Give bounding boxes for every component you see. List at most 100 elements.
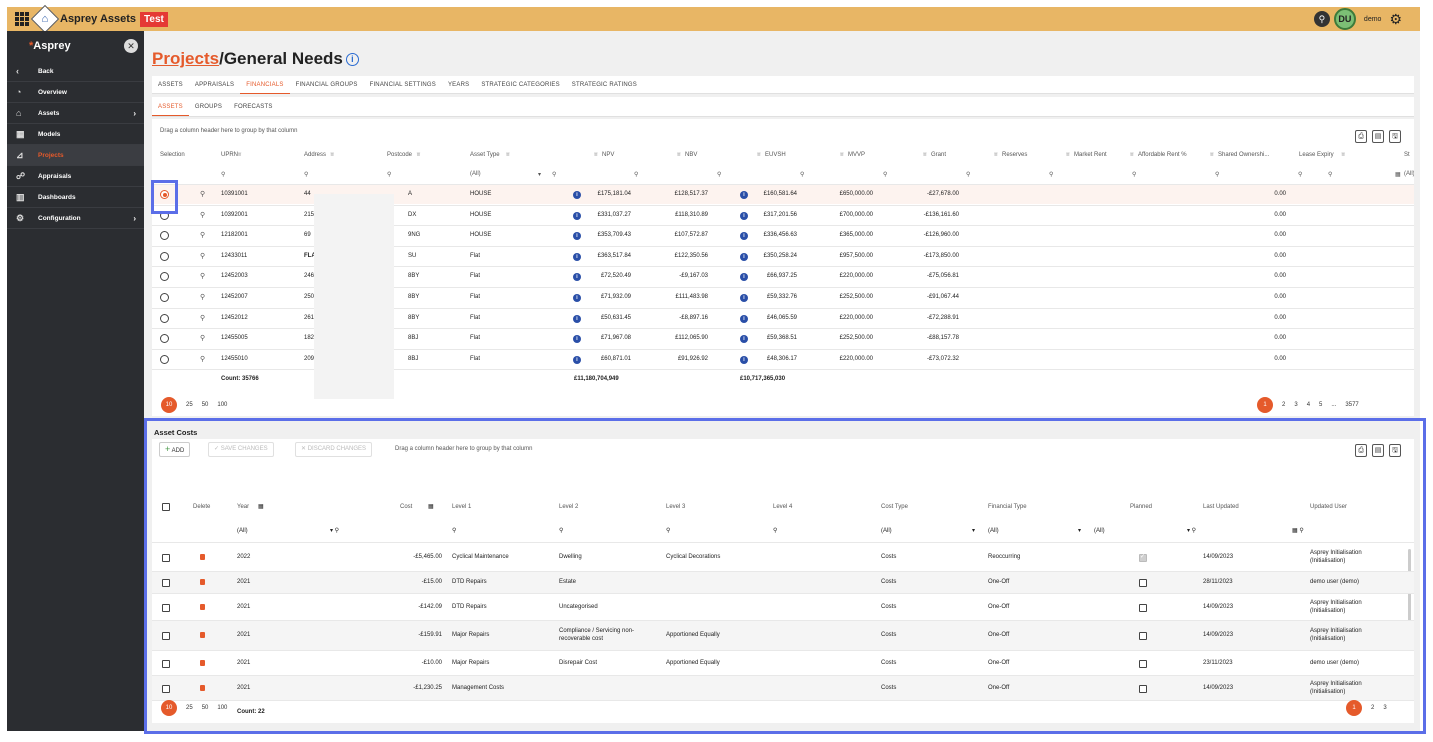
filter-icon[interactable]: ⩸: [330, 152, 334, 159]
page-button-0[interactable]: 1: [1257, 397, 1273, 413]
column-header[interactable]: UPRN: [221, 152, 238, 158]
row-select-radio[interactable]: [160, 231, 169, 241]
row-select-radio[interactable]: [160, 251, 169, 261]
filter-search-icon[interactable]: ⚲: [1049, 171, 1053, 178]
filter-search-icon[interactable]: ⚲: [1298, 171, 1302, 178]
filter-icon[interactable]: ⩸: [1341, 152, 1345, 159]
sidebar-item-appraisals[interactable]: ☍ Appraisals: [7, 166, 144, 187]
home-icon[interactable]: ⌂: [30, 4, 60, 34]
filter-search-icon[interactable]: ⚲: [634, 171, 638, 178]
row-select-radio[interactable]: [160, 313, 169, 323]
npv-info-icon[interactable]: i: [573, 273, 581, 282]
apps-grid-icon[interactable]: [15, 12, 29, 26]
row-search-icon[interactable]: ⚲: [200, 211, 205, 219]
row-select-radio[interactable]: [160, 272, 169, 282]
page-size-option-2[interactable]: 50: [202, 402, 209, 408]
settings-gear-icon[interactable]: ⚙: [1389, 11, 1402, 28]
lease-expiry-filter[interactable]: (All): [1404, 171, 1414, 177]
info-icon[interactable]: i: [345, 53, 359, 67]
filter-search-icon[interactable]: ⚲: [304, 171, 308, 178]
filter-icon[interactable]: ⩸: [757, 152, 761, 159]
filter-icon[interactable]: ⩸: [1066, 152, 1070, 159]
npv-info-icon[interactable]: i: [573, 335, 581, 344]
euvsh-info-icon[interactable]: i: [740, 252, 748, 261]
page-button-2[interactable]: 3: [1294, 402, 1297, 408]
page-size-option-0[interactable]: 10: [161, 397, 177, 413]
tab-financial-settings[interactable]: FINANCIAL SETTINGS: [364, 76, 442, 94]
column-header[interactable]: NBV: [685, 152, 697, 158]
npv-info-icon[interactable]: i: [573, 355, 581, 364]
save-layout-icon[interactable]: 🖫: [1389, 130, 1401, 143]
filter-icon[interactable]: ⩸: [994, 152, 998, 159]
asset-type-filter[interactable]: (All): [470, 171, 481, 177]
page-size-option-1[interactable]: 25: [186, 402, 193, 408]
subtab-forecasts[interactable]: FORECASTS: [228, 98, 278, 116]
npv-info-icon[interactable]: i: [573, 314, 581, 323]
filter-search-icon[interactable]: ⚲: [966, 171, 970, 178]
filter-icon[interactable]: ⩸: [1210, 152, 1214, 159]
npv-info-icon[interactable]: i: [573, 232, 581, 241]
row-select-radio[interactable]: [160, 354, 169, 364]
row-search-icon[interactable]: ⚲: [200, 314, 205, 322]
column-header[interactable]: Address: [304, 152, 326, 158]
page-button-1[interactable]: 2: [1282, 402, 1285, 408]
npv-info-icon[interactable]: i: [573, 211, 581, 220]
tab-strategic-ratings[interactable]: STRATEGIC RATINGS: [566, 76, 643, 94]
sidebar-item-assets[interactable]: ⌂ Assets ›: [7, 103, 144, 124]
column-header[interactable]: Affordable Rent %: [1138, 152, 1187, 158]
export-pdf-icon[interactable]: ⎙: [1355, 130, 1367, 143]
filter-icon[interactable]: ⩸: [677, 152, 681, 159]
close-icon[interactable]: ✕: [124, 39, 138, 53]
filter-search-icon[interactable]: ⚲: [221, 171, 225, 178]
euvsh-info-icon[interactable]: i: [740, 355, 748, 364]
row-search-icon[interactable]: ⚲: [200, 190, 205, 198]
tab-assets[interactable]: ASSETS: [152, 76, 189, 94]
npv-info-icon[interactable]: i: [573, 191, 581, 199]
row-search-icon[interactable]: ⚲: [200, 355, 205, 363]
tab-strategic-categories[interactable]: STRATEGIC CATEGORIES: [475, 76, 565, 94]
column-header[interactable]: St: [1404, 152, 1410, 158]
subtab-assets[interactable]: ASSETS: [152, 98, 189, 116]
filter-icon[interactable]: ⩸: [506, 152, 510, 159]
column-header[interactable]: Grant: [931, 152, 946, 158]
npv-info-icon[interactable]: i: [573, 294, 581, 302]
tab-financials[interactable]: FINANCIALS: [240, 76, 290, 94]
filter-search-icon[interactable]: ⚲: [387, 171, 391, 178]
row-search-icon[interactable]: ⚲: [200, 252, 205, 260]
euvsh-info-icon[interactable]: i: [740, 191, 748, 199]
column-header[interactable]: Selection: [160, 152, 185, 158]
column-header[interactable]: NPV: [602, 152, 614, 158]
euvsh-info-icon[interactable]: i: [740, 294, 748, 302]
filter-dropdown-icon[interactable]: ▾: [538, 171, 541, 178]
euvsh-info-icon[interactable]: i: [740, 335, 748, 344]
filter-icon[interactable]: ⩸: [840, 152, 844, 159]
euvsh-info-icon[interactable]: i: [740, 273, 748, 282]
sidebar-item-models[interactable]: ▦ Models: [7, 124, 144, 145]
row-select-radio[interactable]: [160, 334, 169, 344]
subtab-groups[interactable]: GROUPS: [189, 98, 228, 116]
tab-financial-groups[interactable]: FINANCIAL GROUPS: [290, 76, 364, 94]
row-search-icon[interactable]: ⚲: [200, 293, 205, 301]
search-icon[interactable]: ⚲: [1313, 11, 1330, 27]
filter-search-icon[interactable]: ⚲: [552, 171, 556, 178]
sidebar-item-back[interactable]: ‹ Back: [7, 61, 144, 82]
row-search-icon[interactable]: ⚲: [200, 272, 205, 280]
row-search-icon[interactable]: ⚲: [200, 334, 205, 342]
calendar-icon[interactable]: ▦: [1395, 171, 1401, 178]
filter-icon[interactable]: ⩸: [594, 152, 598, 159]
page-size-option-3[interactable]: 100: [217, 402, 227, 408]
export-csv-icon[interactable]: ▤: [1372, 130, 1384, 143]
filter-icon[interactable]: ⩸: [417, 152, 421, 159]
page-button-5[interactable]: ...: [1331, 402, 1336, 408]
column-header[interactable]: Lease Expiry: [1299, 152, 1334, 158]
projects-link[interactable]: Projects: [152, 49, 219, 68]
filter-search-icon[interactable]: ⚲: [800, 171, 804, 178]
column-header[interactable]: Market Rent: [1074, 152, 1107, 158]
sidebar-item-dashboards[interactable]: ▥ Dashboards: [7, 187, 144, 208]
euvsh-info-icon[interactable]: i: [740, 211, 748, 220]
npv-info-icon[interactable]: i: [573, 252, 581, 261]
avatar[interactable]: DU: [1333, 8, 1356, 30]
sidebar-item-projects[interactable]: ⊿ Projects: [7, 145, 144, 166]
euvsh-info-icon[interactable]: i: [740, 314, 748, 323]
column-header[interactable]: Reserves: [1002, 152, 1027, 158]
